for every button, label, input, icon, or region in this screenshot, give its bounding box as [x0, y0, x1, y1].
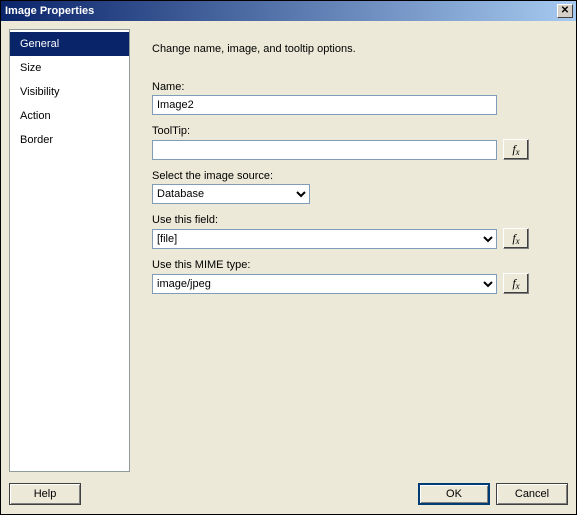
sidebar-item-label: Visibility — [20, 86, 60, 98]
name-label: Name: — [152, 81, 558, 93]
content-pane: Change name, image, and tooltip options.… — [130, 29, 568, 472]
fx-icon: fx — [512, 276, 519, 291]
tooltip-input[interactable] — [152, 140, 497, 160]
sidebar-item-general[interactable]: General — [10, 32, 129, 56]
sidebar: General Size Visibility Action Border — [9, 29, 130, 472]
sidebar-item-label: General — [20, 38, 59, 50]
sidebar-item-label: Action — [20, 110, 51, 122]
help-button[interactable]: Help — [9, 483, 81, 505]
mime-expression-button[interactable]: fx — [503, 273, 529, 294]
sidebar-item-label: Size — [20, 62, 41, 74]
source-select[interactable]: Database — [152, 184, 310, 204]
dialog-window: Image Properties ✕ General Size Visibili… — [0, 0, 577, 515]
name-input[interactable] — [152, 95, 497, 115]
mime-label: Use this MIME type: — [152, 259, 558, 271]
tooltip-expression-button[interactable]: fx — [503, 139, 529, 160]
main-area: General Size Visibility Action Border Ch… — [9, 29, 568, 472]
sidebar-item-size[interactable]: Size — [10, 56, 129, 80]
page-heading: Change name, image, and tooltip options. — [152, 43, 558, 55]
sidebar-item-border[interactable]: Border — [10, 128, 129, 152]
fx-icon: fx — [512, 231, 519, 246]
field-label: Use this field: — [152, 214, 558, 226]
mime-select[interactable]: image/jpeg — [152, 274, 497, 294]
source-label: Select the image source: — [152, 170, 558, 182]
tooltip-label: ToolTip: — [152, 125, 558, 137]
dialog-body: General Size Visibility Action Border Ch… — [1, 21, 576, 514]
fx-icon: fx — [512, 142, 519, 157]
cancel-button[interactable]: Cancel — [496, 483, 568, 505]
titlebar: Image Properties ✕ — [1, 1, 576, 21]
ok-button[interactable]: OK — [418, 483, 490, 505]
sidebar-item-visibility[interactable]: Visibility — [10, 80, 129, 104]
field-select[interactable]: [file] — [152, 229, 497, 249]
field-expression-button[interactable]: fx — [503, 228, 529, 249]
sidebar-item-action[interactable]: Action — [10, 104, 129, 128]
close-button[interactable]: ✕ — [557, 4, 573, 18]
window-title: Image Properties — [5, 5, 557, 17]
sidebar-item-label: Border — [20, 134, 53, 146]
footer: Help OK Cancel — [9, 472, 568, 508]
